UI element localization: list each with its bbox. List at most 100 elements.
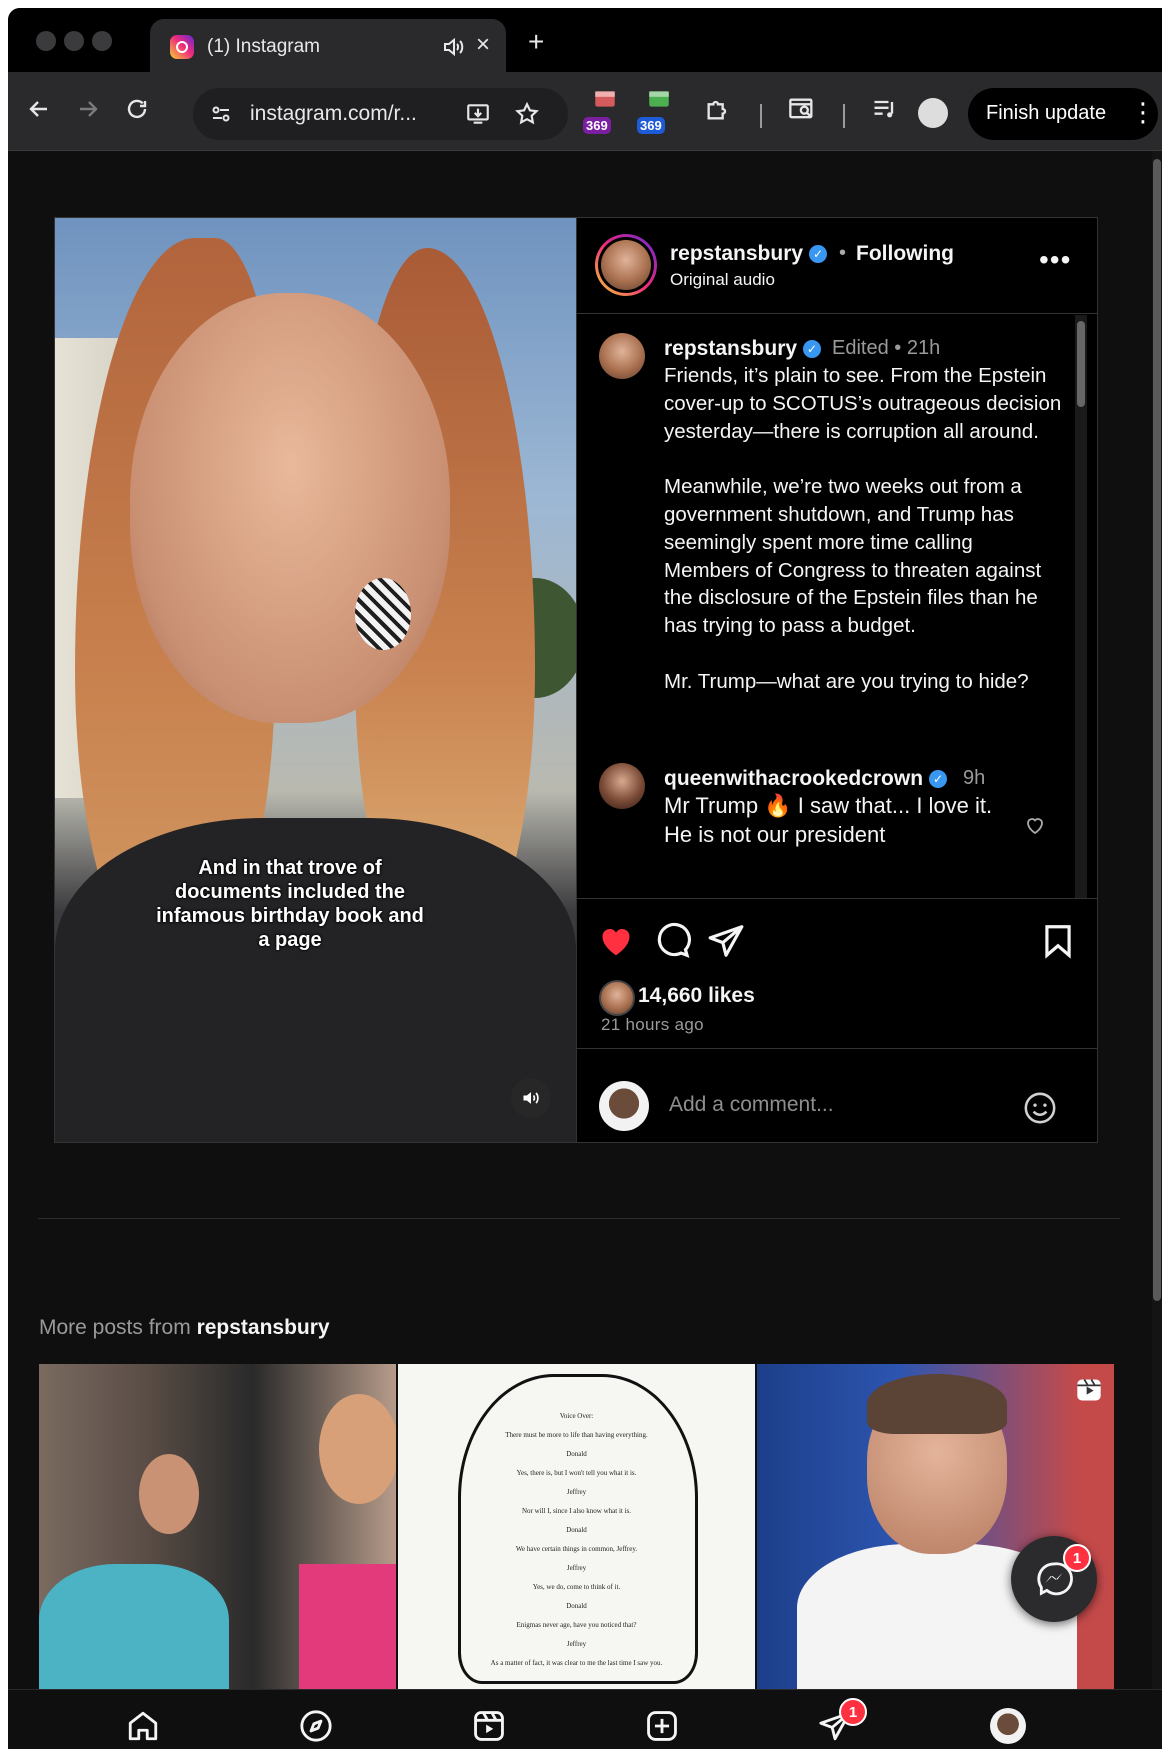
reels-icon bbox=[1077, 1379, 1101, 1401]
speaker-icon[interactable] bbox=[442, 35, 466, 59]
address-bar[interactable]: instagram.com/r... bbox=[193, 88, 568, 140]
grid-post[interactable] bbox=[757, 1364, 1114, 1689]
caption-meta: Edited • 21h bbox=[832, 337, 941, 359]
letter-line: Donald bbox=[566, 1526, 587, 1534]
instagram-favicon-icon bbox=[170, 35, 194, 59]
post-header: repstansbury ✓ • Following Original audio… bbox=[577, 218, 1097, 314]
verified-badge-icon: ✓ bbox=[809, 245, 828, 264]
more-posts-heading: More posts from repstansbury bbox=[39, 1316, 330, 1339]
maximize-window-button[interactable] bbox=[92, 31, 112, 51]
audio-link[interactable]: Original audio bbox=[670, 270, 775, 290]
separator-dot: • bbox=[839, 242, 847, 264]
letter-line: Enigmas never age, have you noticed that… bbox=[516, 1621, 637, 1629]
verified-badge-icon: ✓ bbox=[803, 340, 822, 359]
caption-username[interactable]: repstansbury ✓ bbox=[664, 337, 822, 361]
more-posts-username[interactable]: repstansbury bbox=[197, 1316, 330, 1339]
nav-reels[interactable] bbox=[469, 1706, 509, 1746]
comment-like-icon[interactable] bbox=[1023, 813, 1047, 837]
liker-avatar[interactable] bbox=[599, 980, 635, 1016]
comment-icon[interactable] bbox=[653, 922, 691, 960]
arrow-right-icon bbox=[80, 101, 98, 117]
letter-line: Nor will I, since I also know what it is… bbox=[521, 1507, 632, 1515]
caption-text: Friends, it’s plain to see. From the Eps… bbox=[664, 364, 1062, 693]
save-bookmark-icon[interactable] bbox=[1039, 922, 1077, 960]
letter-line: We have certain things in common, Jeffre… bbox=[515, 1545, 638, 1553]
emoji-icon[interactable] bbox=[1023, 1091, 1057, 1125]
page-scrollbar[interactable] bbox=[1152, 151, 1162, 1689]
tab-search-icon bbox=[789, 98, 813, 119]
tab-close-icon[interactable]: × bbox=[476, 31, 490, 59]
letter-line: Jeffrey bbox=[566, 1488, 587, 1496]
plus-square-icon bbox=[647, 1711, 677, 1741]
nav-profile[interactable] bbox=[988, 1706, 1028, 1746]
profile-avatar-icon bbox=[990, 1708, 1026, 1744]
install-app-icon[interactable] bbox=[465, 101, 491, 127]
reels-icon bbox=[474, 1711, 504, 1741]
messages-button[interactable]: 1 bbox=[1011, 1536, 1097, 1622]
likes-count[interactable]: 14,660 likes bbox=[638, 984, 755, 1008]
close-window-button[interactable] bbox=[36, 31, 56, 51]
more-options-icon[interactable]: ••• bbox=[1039, 244, 1071, 276]
bookmark-star-icon[interactable] bbox=[514, 101, 540, 127]
reload-button[interactable] bbox=[122, 94, 152, 124]
forward-button[interactable] bbox=[73, 94, 103, 124]
avatar[interactable] bbox=[599, 333, 645, 379]
minimize-window-button[interactable] bbox=[64, 31, 84, 51]
letter-line: As a matter of fact, it was clear to me … bbox=[490, 1659, 663, 1667]
compass-icon bbox=[300, 1710, 332, 1742]
speaker-icon bbox=[523, 1092, 539, 1104]
puzzle-icon bbox=[707, 100, 727, 120]
user-avatar bbox=[599, 1081, 649, 1131]
post-video[interactable]: And in that trove of documents included … bbox=[55, 218, 576, 1142]
avatar[interactable] bbox=[599, 763, 645, 809]
nav-messages[interactable]: 1 bbox=[815, 1698, 867, 1746]
earring-image bbox=[355, 578, 411, 650]
extension-2-button[interactable] bbox=[644, 84, 674, 114]
toolbar-separator bbox=[843, 104, 845, 128]
browser-window: (1) Instagram × + instagram.com/r... 369 bbox=[8, 8, 1162, 1749]
add-comment-bar bbox=[577, 1048, 1097, 1142]
extension-calendar-icon bbox=[649, 91, 669, 107]
tab-search-button[interactable] bbox=[787, 94, 817, 124]
more-menu-icon[interactable]: ⋮ bbox=[1130, 97, 1156, 128]
face-image bbox=[130, 293, 450, 723]
extension-calendar-icon bbox=[595, 91, 615, 107]
new-tab-button[interactable]: + bbox=[528, 28, 544, 56]
tab-title: (1) Instagram bbox=[207, 36, 320, 57]
profile-avatar-icon[interactable] bbox=[918, 98, 948, 128]
playlist-icon bbox=[874, 100, 894, 118]
story-ring[interactable] bbox=[595, 234, 657, 296]
post-username[interactable]: repstansbury ✓ bbox=[670, 242, 828, 266]
browser-toolbar: instagram.com/r... 369 369 Finish update… bbox=[8, 72, 1162, 150]
comment-input[interactable] bbox=[669, 1091, 969, 1119]
finish-update-label: Finish update bbox=[986, 102, 1107, 124]
heart-liked-icon[interactable] bbox=[597, 922, 635, 960]
share-icon[interactable] bbox=[707, 922, 745, 960]
nav-messages-badge: 1 bbox=[839, 1698, 867, 1726]
nav-home[interactable] bbox=[123, 1706, 163, 1746]
nav-explore[interactable] bbox=[296, 1706, 336, 1746]
comments-scrollbar[interactable] bbox=[1075, 315, 1087, 898]
grid-post[interactable]: Voice Over: There must be more to life th… bbox=[398, 1364, 755, 1689]
letter-line: Jeffrey bbox=[566, 1640, 587, 1648]
nav-create[interactable] bbox=[642, 1706, 682, 1746]
media-controls-button[interactable] bbox=[870, 94, 900, 124]
home-icon bbox=[128, 1711, 158, 1741]
page-content: And in that trove of documents included … bbox=[8, 151, 1152, 1689]
grid-post[interactable] bbox=[39, 1364, 396, 1689]
comments-list[interactable]: repstansbury ✓ Edited • 21h Friends, it’s… bbox=[577, 315, 1098, 899]
letter-line: Yes, there is, but I won't tell you what… bbox=[516, 1469, 637, 1477]
letter-line: Yes, we do, come to think of it. bbox=[532, 1583, 621, 1591]
site-settings-icon[interactable] bbox=[209, 102, 233, 126]
mute-button[interactable] bbox=[511, 1078, 551, 1118]
extension-1-button[interactable] bbox=[590, 84, 620, 114]
back-button[interactable] bbox=[24, 94, 54, 124]
finish-update-button[interactable]: Finish update ⋮ bbox=[968, 88, 1158, 140]
comment-username[interactable]: queenwithacrookedcrown ✓ bbox=[664, 767, 948, 791]
extensions-button[interactable] bbox=[703, 94, 733, 124]
bottom-nav: 1 bbox=[8, 1689, 1162, 1749]
avatar bbox=[601, 240, 651, 290]
following-button[interactable]: Following bbox=[856, 242, 954, 266]
tab-instagram[interactable]: (1) Instagram × bbox=[150, 19, 506, 75]
section-divider bbox=[38, 1218, 1120, 1219]
